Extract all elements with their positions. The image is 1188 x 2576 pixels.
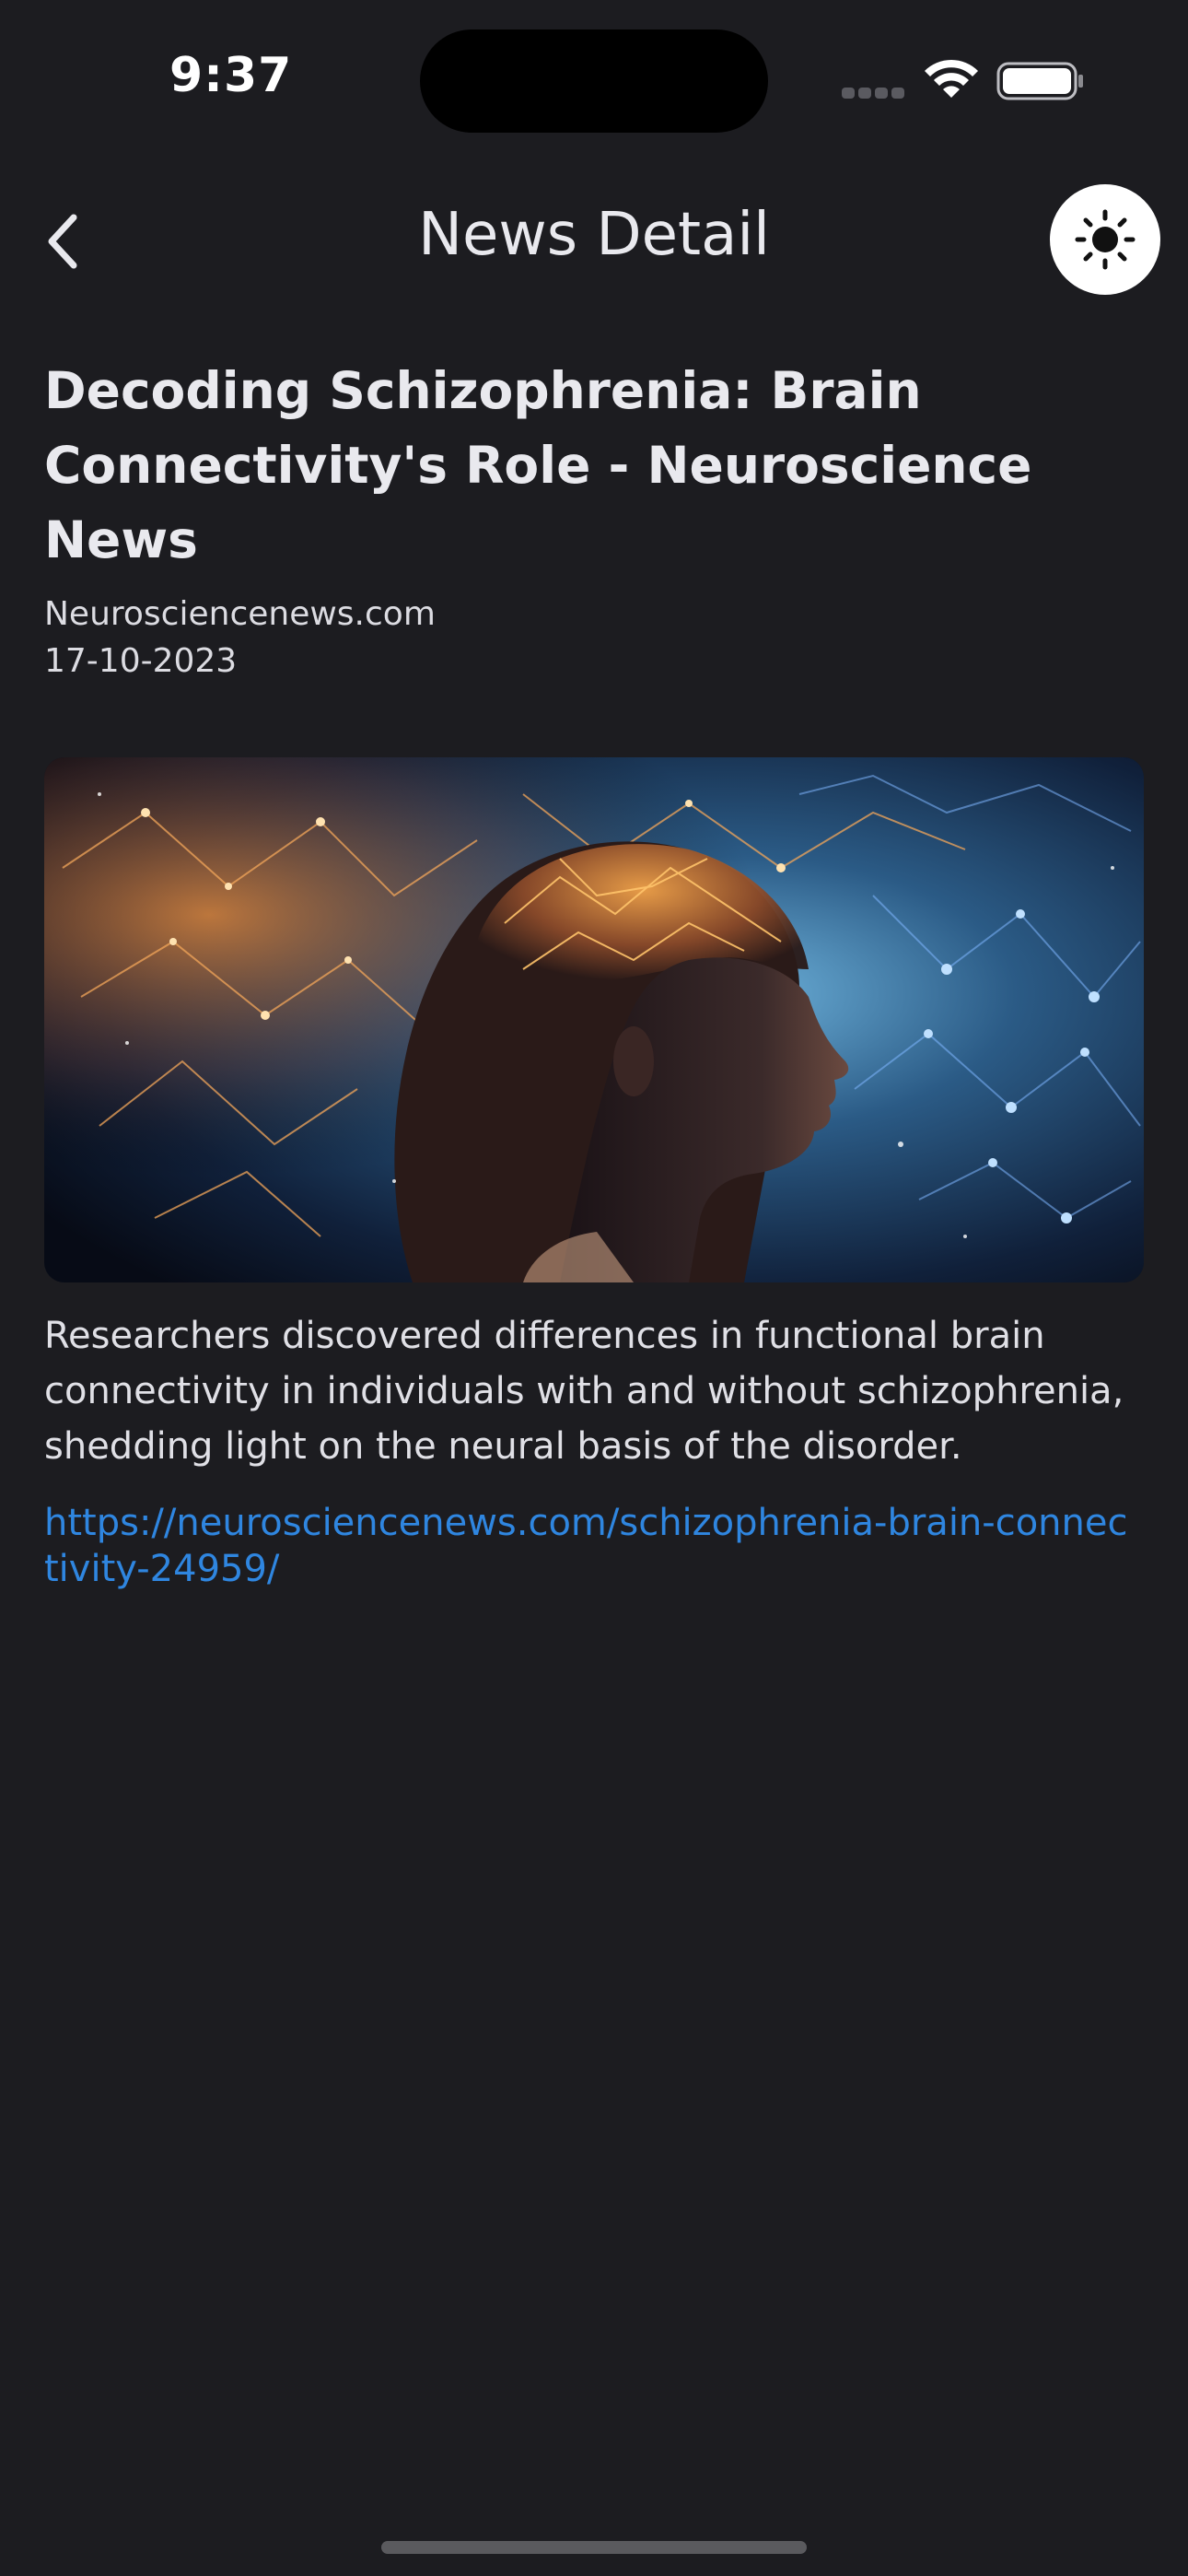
theme-toggle-button[interactable] bbox=[1050, 184, 1160, 295]
article-image bbox=[44, 757, 1144, 1282]
status-bar: 9:37 bbox=[0, 0, 1188, 157]
wifi-icon bbox=[925, 59, 978, 98]
article-title: Decoding Schizophrenia: Brain Connectivi… bbox=[44, 361, 1032, 569]
article-date: 17-10-2023 bbox=[44, 642, 238, 680]
article-description: Researchers discovered differences in fu… bbox=[44, 1315, 1124, 1468]
back-button[interactable] bbox=[33, 205, 92, 278]
sun-icon bbox=[1075, 209, 1136, 270]
chevron-left-icon bbox=[48, 214, 77, 269]
brain-network-illustration bbox=[44, 757, 1144, 1282]
status-time: 9:37 bbox=[169, 48, 293, 103]
article-source: Neurosciencenews.com bbox=[44, 595, 436, 633]
cell-signal-icon bbox=[842, 87, 908, 103]
article-link[interactable]: https://neurosciencenews.com/schizophren… bbox=[44, 1500, 1131, 1592]
dynamic-island bbox=[420, 29, 768, 133]
battery-icon bbox=[996, 62, 1083, 100]
page-title: News Detail bbox=[418, 201, 770, 269]
home-indicator[interactable] bbox=[381, 2541, 807, 2554]
